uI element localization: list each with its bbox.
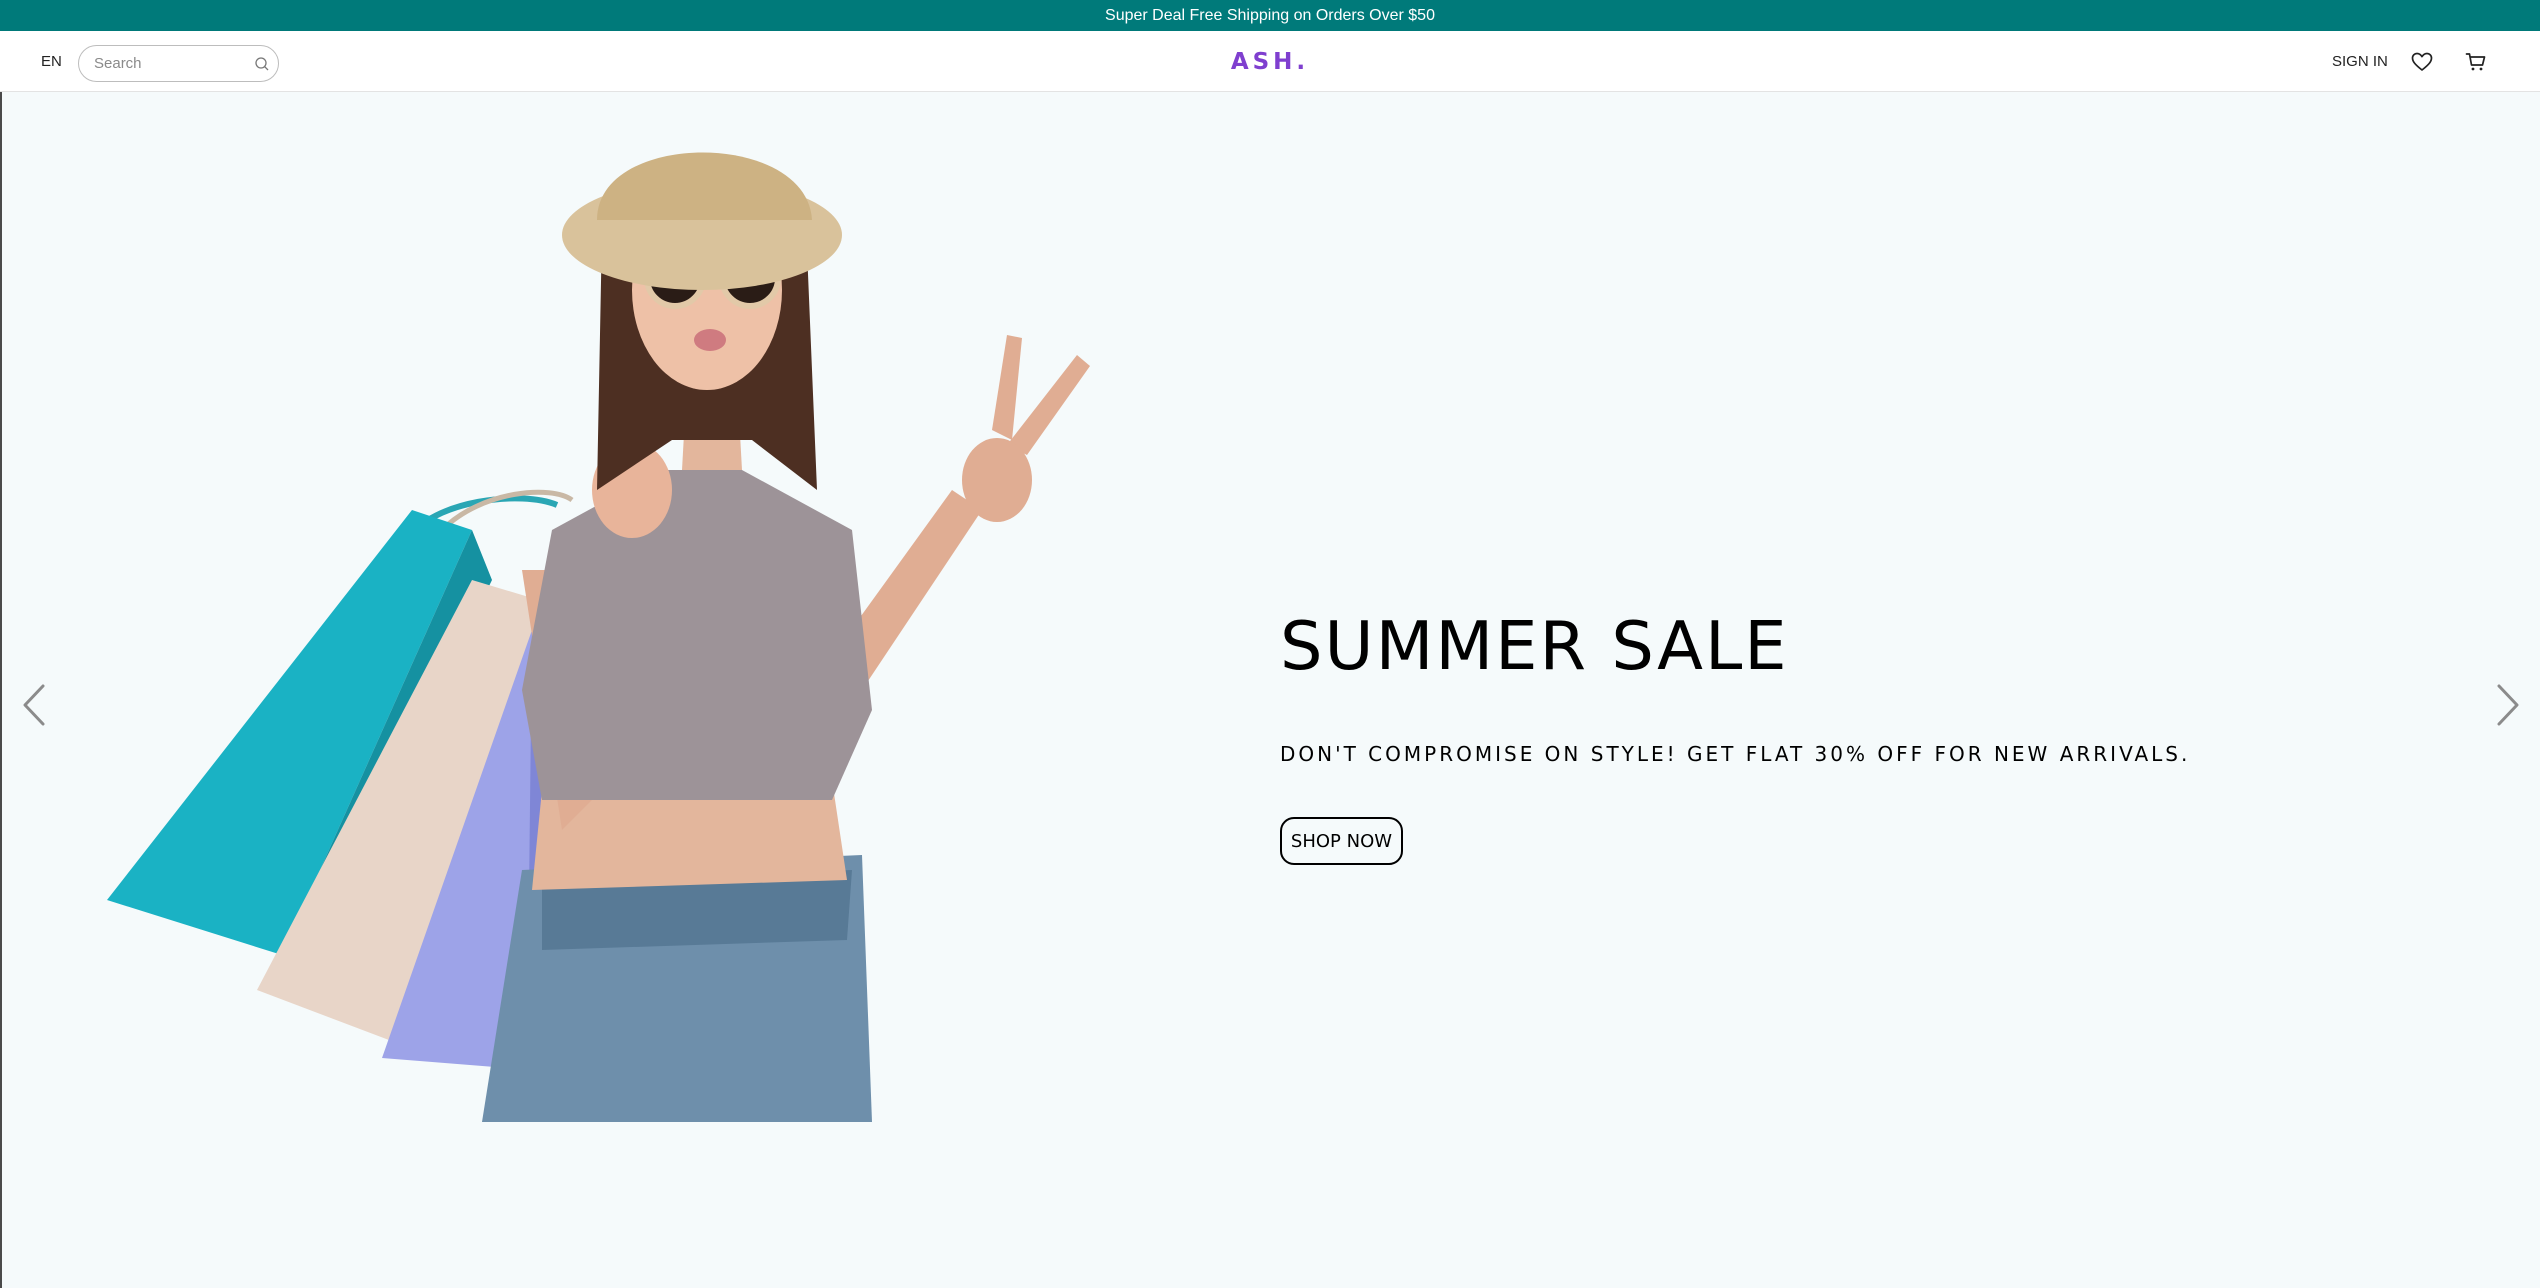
language-selector[interactable]: EN [41,31,62,92]
site-logo[interactable]: ASH. [1231,49,1309,75]
search-input[interactable] [94,55,254,72]
cart-icon[interactable] [2463,49,2489,75]
heart-icon[interactable] [2409,49,2435,75]
top-navbar: EN ASH. SIGN IN [0,31,2540,92]
search-box [78,45,279,82]
chevron-right-icon[interactable] [2488,680,2528,730]
announcement-text: Super Deal Free Shipping on Orders Over … [1105,6,1435,24]
shop-now-button[interactable]: SHOP NOW [1280,817,1403,865]
announcement-bar: Super Deal Free Shipping on Orders Over … [0,0,2540,31]
hero-subtitle: DON'T COMPROMISE ON STYLE! GET FLAT 30% … [1280,742,2191,766]
logo-wrapper: ASH. [0,31,2540,92]
chevron-left-icon[interactable] [14,680,54,730]
sign-in-link[interactable]: SIGN IN [2332,31,2388,92]
search-icon[interactable] [254,56,270,72]
hero-slider: SUMMER SALE DON'T COMPROMISE ON STYLE! G… [0,92,2540,1288]
hero-model-image [107,152,1090,1122]
hero-title: SUMMER SALE [1280,607,1789,685]
